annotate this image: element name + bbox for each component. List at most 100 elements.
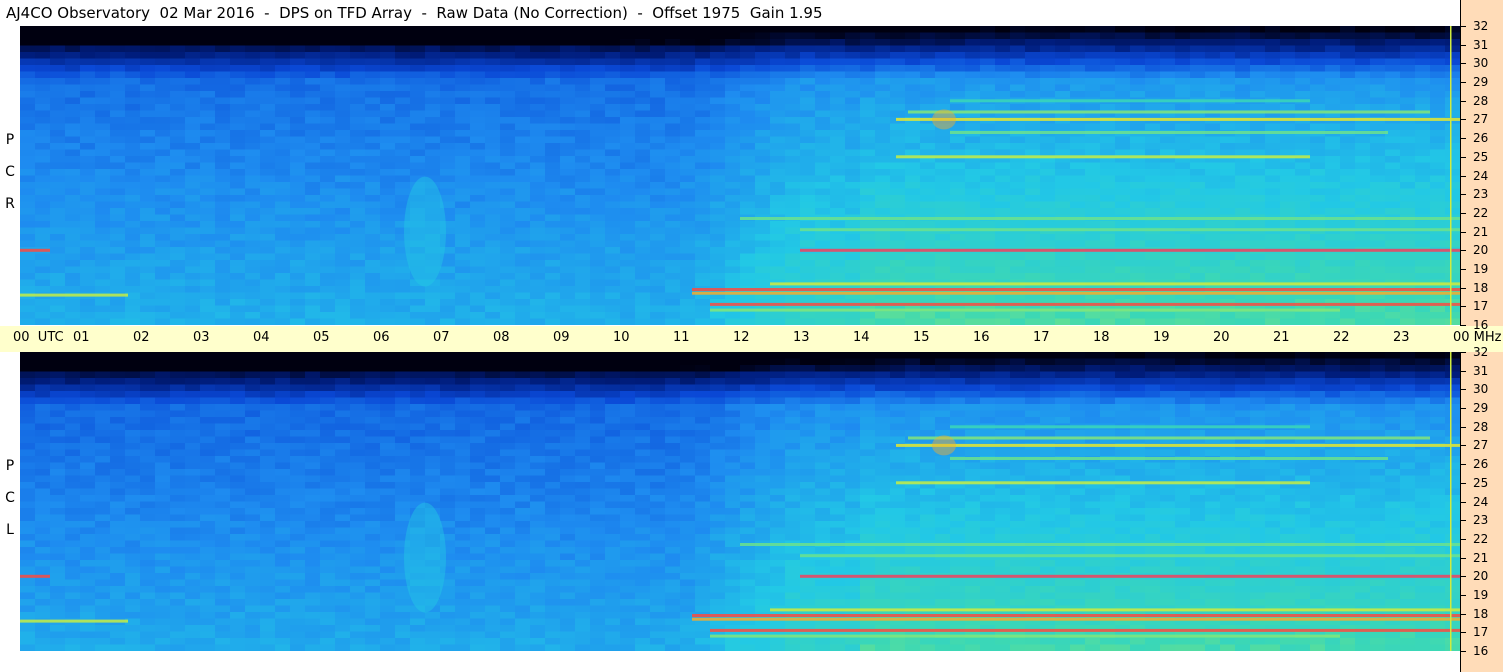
spectrogram-rcp-cell (935, 318, 951, 325)
spectrogram-rcp-cell (320, 260, 336, 268)
spectrogram-rcp-cell (560, 292, 576, 300)
spectrogram-rcp-cell (785, 188, 801, 196)
spectrogram-rcp-cell (1295, 52, 1311, 60)
spectrogram-lcp-cell (680, 358, 696, 366)
spectrogram-rcp-cell (35, 143, 51, 151)
spectrogram-rcp-cell (500, 65, 516, 73)
spectrogram-rcp-cell (245, 65, 261, 73)
spectrogram-rcp-cell (620, 299, 636, 307)
spectrogram-rcp-cell (1280, 240, 1296, 248)
spectrogram-rcp-cell (1205, 253, 1221, 261)
spectrogram-rcp-cell (365, 91, 381, 99)
spectrogram-rcp-cell (185, 305, 201, 313)
spectrogram-rcp-cell (740, 123, 756, 131)
spectrogram-lcp-cell (1340, 358, 1356, 366)
spectrogram-rcp-cell (1415, 156, 1431, 164)
spectrogram-lcp-cell (920, 378, 936, 386)
spectrogram-rcp-cell (1235, 32, 1251, 40)
spectrogram-rcp-cell (635, 52, 651, 60)
spectrogram-rcp-cell (950, 39, 966, 47)
spectrogram-rcp-cell (1055, 65, 1071, 73)
spectrogram-rcp-cell (110, 71, 126, 79)
spectrogram-rcp-cell (875, 91, 891, 99)
spectrogram-rcp-cell (1130, 253, 1146, 261)
spectrogram-rcp-cell (695, 227, 711, 235)
spectrogram-rcp-cell (1190, 71, 1206, 79)
spectrogram-rcp-cell (1025, 240, 1041, 248)
spectrogram-rcp-cell (755, 136, 771, 144)
spectrogram-rcp-cell (890, 253, 906, 261)
spectrogram-rcp-cell (95, 214, 111, 222)
spectrogram-rcp-cell (1160, 208, 1176, 216)
spectrogram-lcp-cell (695, 384, 711, 392)
spectrogram-lcp-cell (965, 365, 981, 373)
spectrogram-rcp-cell (590, 84, 606, 92)
spectrogram-rcp-cell (305, 162, 321, 170)
spectrogram-rcp-cell (920, 208, 936, 216)
spectrogram-rcp-cell (260, 97, 276, 105)
spectrogram-lcp-cell (890, 352, 906, 360)
spectrogram-rcp-cell (80, 195, 96, 203)
spectrogram-rcp-cell (590, 305, 606, 313)
spectrogram-lcp-cell (140, 352, 156, 360)
spectrogram-rcp-cell (170, 312, 186, 320)
spectrogram-lcp-cell (980, 358, 996, 366)
spectrogram-lcp-cell (215, 378, 231, 386)
spectrogram-lcp-cell (530, 358, 546, 366)
spectrogram-lcp-cell (725, 384, 741, 392)
spectrogram-rcp-cell (170, 52, 186, 60)
spectrogram-rcp-cell (1340, 221, 1356, 229)
spectrogram-rcp-cell (440, 279, 456, 287)
spectrogram-rcp-cell (50, 188, 66, 196)
spectrogram-rcp-cell (1400, 208, 1416, 216)
spectrogram-rcp-cell (485, 123, 501, 131)
spectrogram-rcp-cell (1445, 201, 1460, 209)
spectrogram-rcp-cell (65, 136, 81, 144)
spectrogram-rcp-cell (470, 58, 486, 66)
spectrogram-rcp-cell (920, 136, 936, 144)
spectrogram-rcp-cell (470, 214, 486, 222)
spectrogram-rcp-cell (395, 149, 411, 157)
spectrogram-rcp-cell (65, 299, 81, 307)
spectrogram-rcp-cell (620, 305, 636, 313)
spectrogram-rcp-cell (95, 149, 111, 157)
spectrogram-rcp-cell (1355, 97, 1371, 105)
spectrogram-rcp-cell (1250, 273, 1266, 281)
spectrogram-rcp-cell (290, 149, 306, 157)
spectrogram-rcp-cell (590, 32, 606, 40)
spectrogram-rcp-cell (1235, 78, 1251, 86)
spectrogram-rcp-cell (695, 273, 711, 281)
spectrogram-rcp-cell (1250, 136, 1266, 144)
spectrogram-lcp-cell (1325, 365, 1341, 373)
spectrogram-rcp-cell (365, 312, 381, 320)
spectrogram-rcp-cell (635, 318, 651, 325)
spectrogram-rcp-cell (1400, 39, 1416, 47)
spectrogram-rcp-cell (1040, 104, 1056, 112)
spectrogram-rcp-cell (770, 78, 786, 86)
spectrogram-rcp-cell (1100, 169, 1116, 177)
spectrogram-rcp-cell (1025, 175, 1041, 183)
spectrogram-rcp-cell (1040, 52, 1056, 60)
spectrogram-rcp-cell (845, 312, 861, 320)
spectrogram-lcp-cell (1100, 378, 1116, 386)
spectrogram-rcp-cell (515, 32, 531, 40)
spectrogram-rcp-cell (410, 97, 426, 105)
spectrogram-rcp-cell (620, 71, 636, 79)
spectrogram-rcp-cell (680, 136, 696, 144)
spectrogram-rcp-cell (710, 227, 726, 235)
spectrogram-rcp-cell (470, 162, 486, 170)
spectrogram-rcp-cell (980, 234, 996, 242)
spectrogram-rcp-cell (1415, 104, 1431, 112)
spectrogram-rcp-cell (935, 201, 951, 209)
spectrogram-rcp-cell (1220, 91, 1236, 99)
spectrogram-lcp-cell (515, 371, 531, 379)
spectrogram-lcp-cell (275, 384, 291, 392)
spectrogram-rcp-cell (380, 208, 396, 216)
spectrogram-rcp-cell (980, 312, 996, 320)
spectrogram-lcp-cell (365, 384, 381, 392)
spectrogram-rcp-cell (755, 188, 771, 196)
spectrogram-rcp-cell (395, 312, 411, 320)
spectrogram-lcp-cell (1340, 352, 1356, 360)
spectrogram-rcp-cell (1190, 162, 1206, 170)
spectrogram-rcp-cell (350, 104, 366, 112)
